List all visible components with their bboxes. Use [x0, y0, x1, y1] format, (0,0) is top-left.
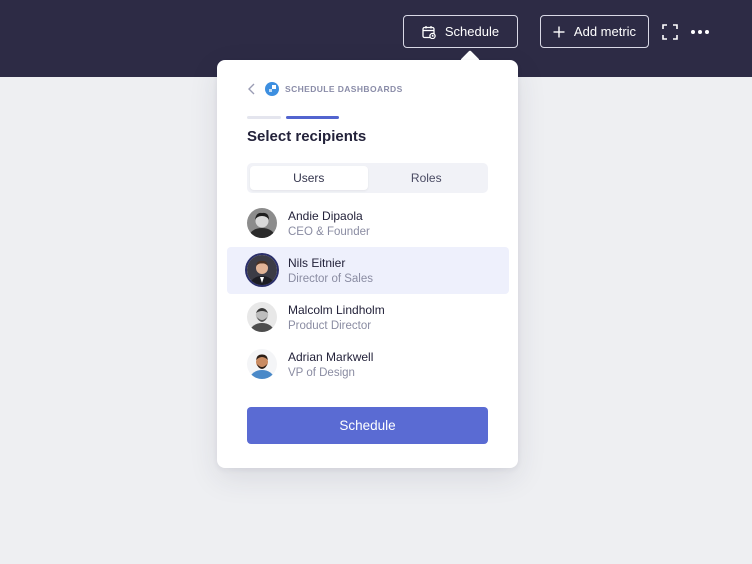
step-2-indicator: [286, 116, 339, 119]
breadcrumb: SCHEDULE DASHBOARDS: [247, 82, 403, 96]
recipient-type-tabs: Users Roles: [247, 163, 488, 193]
chevron-left-icon[interactable]: [247, 83, 257, 95]
schedule-popover: SCHEDULE DASHBOARDS Select recipients Us…: [217, 60, 518, 468]
calendar-icon: [422, 25, 436, 39]
recipient-role: VP of Design: [288, 367, 355, 379]
recipient-row[interactable]: Adrian Markwell VP of Design: [227, 341, 509, 388]
tab-users[interactable]: Users: [250, 166, 368, 190]
plus-icon: [553, 26, 565, 38]
recipient-role: CEO & Founder: [288, 226, 370, 238]
dashboard-logo-icon: [265, 82, 279, 96]
avatar: [247, 208, 277, 238]
avatar: [247, 349, 277, 379]
popover-title: Select recipients: [247, 128, 367, 145]
step-1-indicator: [247, 116, 281, 119]
breadcrumb-label: SCHEDULE DASHBOARDS: [285, 84, 403, 94]
schedule-button[interactable]: Schedule: [403, 15, 518, 48]
avatar: [247, 302, 277, 332]
recipient-name: Nils Eitnier: [288, 256, 346, 270]
schedule-submit-button[interactable]: Schedule: [247, 407, 488, 444]
avatar: [247, 255, 277, 285]
recipient-row[interactable]: Andie Dipaola CEO & Founder: [227, 200, 509, 247]
recipient-list: Andie Dipaola CEO & Founder Nils Eitnier…: [227, 200, 509, 388]
recipient-name: Adrian Markwell: [288, 350, 374, 364]
add-metric-button[interactable]: Add metric: [540, 15, 649, 48]
recipient-name: Malcolm Lindholm: [288, 303, 385, 317]
recipient-row[interactable]: Malcolm Lindholm Product Director: [227, 294, 509, 341]
recipient-name: Andie Dipaola: [288, 209, 363, 223]
expand-icon[interactable]: [662, 24, 678, 40]
more-icon[interactable]: [690, 27, 710, 37]
recipient-row[interactable]: Nils Eitnier Director of Sales: [227, 247, 509, 294]
recipient-role: Director of Sales: [288, 273, 374, 285]
recipient-role: Product Director: [288, 320, 372, 332]
tab-roles[interactable]: Roles: [368, 166, 486, 190]
schedule-button-label: Schedule: [444, 24, 500, 39]
step-progress: [247, 116, 339, 119]
add-metric-label: Add metric: [573, 24, 637, 39]
